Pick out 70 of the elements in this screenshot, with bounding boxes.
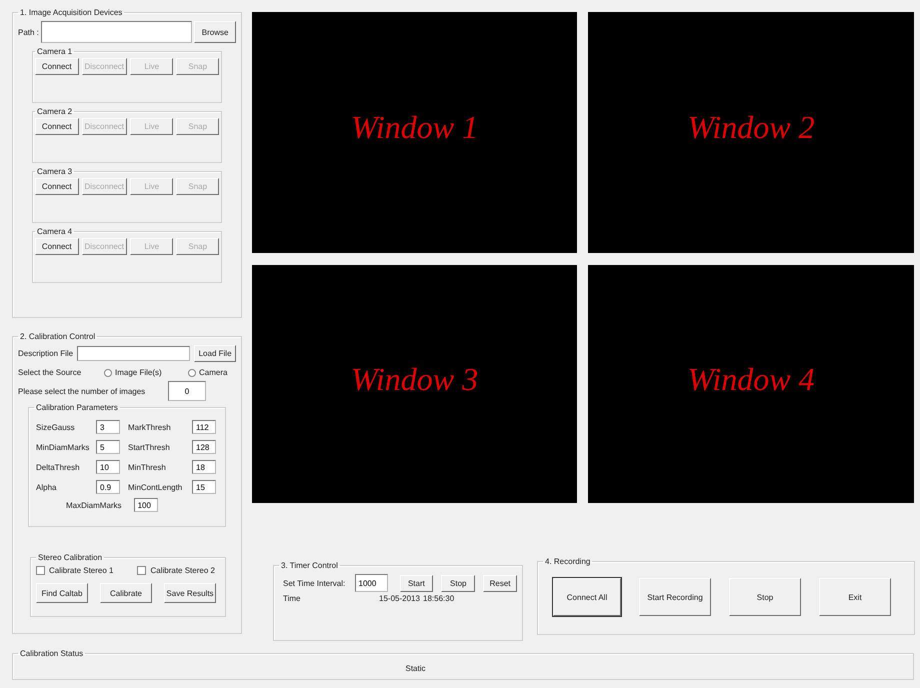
group-title: Stereo Calibration (37, 553, 104, 562)
recording-button[interactable]: Exit (819, 578, 891, 616)
timer-button[interactable]: Stop (441, 574, 476, 592)
interval-field[interactable]: 1000 (354, 574, 388, 592)
parameter-field[interactable]: 112 (192, 420, 216, 434)
status-text: Static (405, 664, 426, 673)
parameter-field[interactable]: 15 (192, 480, 216, 494)
camera-button[interactable]: Connect (35, 58, 78, 75)
parameter-label: MinThresh (128, 462, 167, 472)
group-title: 3. Timer Control (280, 561, 339, 570)
parameter-label: DeltaThresh (36, 462, 81, 472)
stereo-button[interactable]: Save Results (164, 583, 216, 603)
window-label: Window 3 (350, 360, 478, 398)
load-file-button[interactable]: Load File (194, 345, 236, 362)
window-label: Window 1 (350, 109, 478, 146)
checkbox-label: Calibrate Stereo 2 (150, 566, 215, 575)
path-field[interactable] (40, 21, 192, 43)
radio-label: Image File(s) (115, 368, 162, 377)
path-label: Path : (18, 28, 39, 36)
count-label: Please select the number of images (18, 386, 146, 396)
group-title: Calibration Parameters (35, 403, 119, 412)
parameter-field[interactable]: 0.9 (96, 480, 120, 494)
recording-button[interactable]: Stop (729, 578, 801, 616)
recording-button[interactable]: Start Recording (639, 578, 711, 616)
description-label: Description File (18, 349, 74, 358)
group-title: Camera 2 (36, 107, 74, 116)
group-title: 2. Calibration Control (19, 332, 96, 341)
group-title: Calibration Status (19, 649, 84, 658)
radio-button[interactable] (188, 368, 196, 376)
parameter-label: MinDiamMarks (36, 442, 90, 452)
camera-button[interactable]: Connect (35, 178, 78, 195)
checkbox-label: Calibrate Stereo 1 (49, 566, 114, 575)
parameter-label: StartThresh (128, 442, 171, 452)
checkbox[interactable] (137, 566, 146, 575)
parameter-label: MinContLength (128, 482, 184, 492)
stereo-button[interactable]: Calibrate (100, 583, 152, 603)
group-title: Camera 3 (36, 167, 74, 176)
parameter-label: MaxDiamMarks (66, 500, 122, 510)
timer-button[interactable]: Start (400, 574, 434, 592)
parameter-label: SizeGauss (36, 422, 76, 432)
group-title: 1. Image Acquisition Devices (19, 8, 124, 17)
radio-label: Camera (199, 368, 228, 377)
parameter-label: Alpha (36, 482, 58, 492)
parameter-field[interactable]: 5 (96, 440, 120, 454)
description-field[interactable] (77, 346, 190, 361)
checkbox[interactable] (36, 566, 45, 575)
clock-text: 18:56:30 (423, 594, 454, 603)
parameter-field[interactable]: 3 (96, 420, 120, 434)
browse-button[interactable]: Browse (194, 21, 236, 43)
radio-button[interactable] (104, 368, 112, 376)
parameter-field[interactable]: 10 (96, 460, 120, 474)
group-title: Camera 1 (36, 47, 74, 56)
recording-button[interactable]: Connect All (553, 578, 621, 616)
group-title: Camera 4 (36, 227, 74, 236)
window-label: Window 2 (687, 109, 815, 146)
parameter-label: MarkThresh (128, 422, 172, 432)
count-field[interactable]: 0 (168, 381, 206, 401)
time-label: Time (283, 594, 302, 603)
parameter-field[interactable]: 100 (134, 498, 158, 512)
timer-button[interactable]: Reset (483, 574, 517, 592)
group-title: 4. Recording (544, 557, 592, 566)
window-label: Window 4 (687, 360, 815, 398)
interval-label: Set Time Interval: (283, 578, 346, 588)
camera-button[interactable]: Connect (35, 118, 78, 135)
camera-button[interactable]: Connect (35, 238, 78, 255)
parameter-field[interactable]: 128 (192, 440, 216, 454)
parameter-field[interactable]: 18 (192, 460, 216, 474)
date-text: 15-05-2013 (379, 594, 421, 603)
stereo-button[interactable]: Find Caltab (36, 583, 88, 603)
source-label: Select the Source (18, 368, 82, 377)
